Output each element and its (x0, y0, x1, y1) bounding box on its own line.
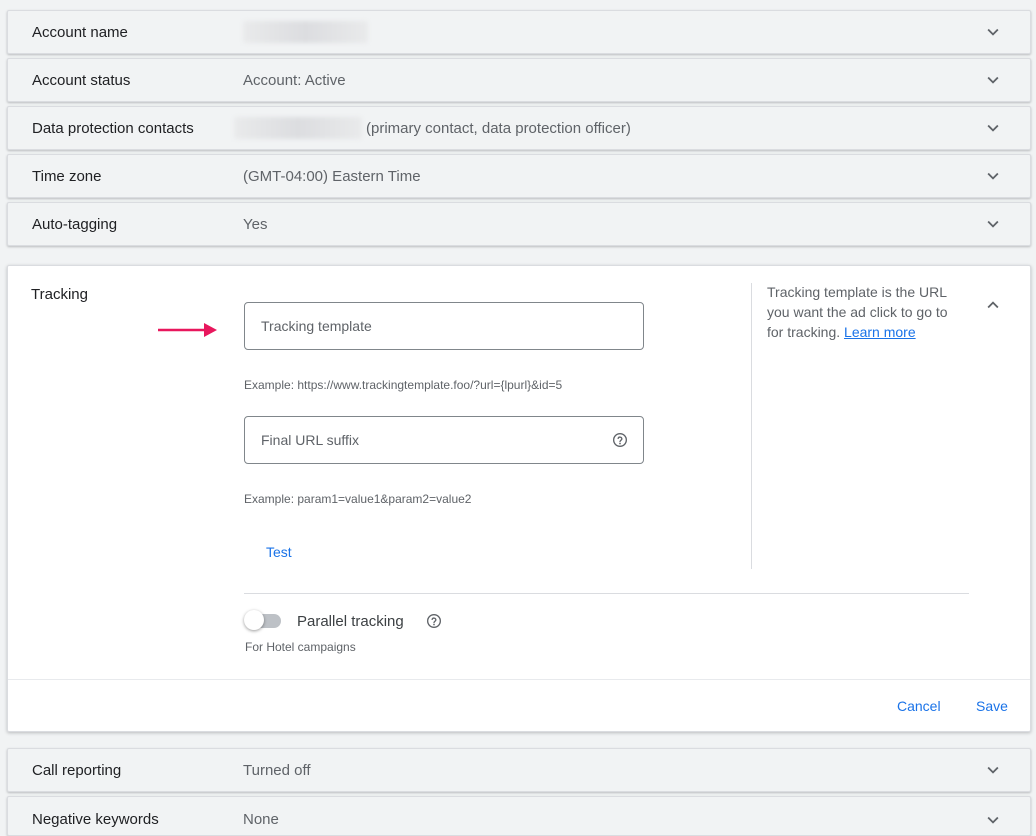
setting-row-auto-tagging[interactable]: Auto-tagging Yes (7, 202, 1031, 246)
parallel-tracking-note: For Hotel campaigns (245, 640, 356, 654)
toggle-knob (244, 610, 264, 630)
setting-label: Negative keywords (32, 811, 159, 828)
help-circle-icon[interactable] (612, 432, 628, 448)
chevron-down-icon[interactable] (982, 165, 1004, 187)
tracking-template-example: Example: https://www.trackingtemplate.fo… (244, 378, 563, 392)
tracking-template-input[interactable]: Tracking template (244, 302, 644, 350)
setting-row-account-status[interactable]: Account status Account: Active (7, 58, 1031, 102)
setting-value: (primary contact, data protection office… (234, 117, 631, 139)
final-url-suffix-example: Example: param1=value1&param2=value2 (244, 492, 472, 506)
arrow-right-icon (158, 323, 217, 337)
setting-value: Account: Active (243, 71, 346, 89)
chevron-down-icon[interactable] (982, 213, 1004, 235)
setting-value: None (243, 811, 279, 828)
chevron-down-icon[interactable] (982, 21, 1004, 43)
setting-label: Account status (32, 71, 131, 89)
learn-more-link[interactable]: Learn more (844, 324, 916, 340)
horizontal-divider (244, 593, 969, 594)
test-button[interactable]: Test (256, 540, 302, 564)
chevron-down-icon[interactable] (982, 809, 1004, 831)
setting-value (243, 21, 368, 43)
parallel-tracking-label: Parallel tracking (297, 613, 404, 630)
chevron-down-icon[interactable] (982, 69, 1004, 91)
setting-value: Yes (243, 215, 268, 233)
setting-row-time-zone[interactable]: Time zone (GMT-04:00) Eastern Time (7, 154, 1031, 198)
setting-label: Time zone (32, 167, 102, 185)
chevron-up-icon[interactable] (982, 294, 1004, 316)
redacted-value (234, 117, 362, 139)
chevron-down-icon[interactable] (982, 759, 1004, 781)
final-url-suffix-placeholder: Final URL suffix (261, 432, 360, 448)
tracking-panel: Tracking Tracking template Example: http… (7, 265, 1031, 732)
final-url-suffix-input[interactable]: Final URL suffix (244, 416, 644, 464)
setting-value: Turned off (243, 761, 311, 779)
redacted-value (243, 21, 368, 43)
vertical-divider (751, 283, 752, 569)
save-button[interactable]: Save (972, 696, 1012, 716)
setting-label: Auto-tagging (32, 215, 118, 233)
setting-label: Data protection contacts (32, 119, 194, 137)
setting-label: Call reporting (32, 761, 122, 779)
setting-row-call-reporting[interactable]: Call reporting Turned off (7, 748, 1031, 792)
chevron-down-icon[interactable] (982, 117, 1004, 139)
setting-row-negative-keywords[interactable]: Negative keywords None (7, 796, 1031, 836)
tracking-template-placeholder: Tracking template (261, 318, 372, 334)
setting-row-account-name[interactable]: Account name (7, 10, 1031, 54)
cancel-button[interactable]: Cancel (893, 696, 945, 716)
tracking-title: Tracking (31, 286, 88, 303)
tracking-help-text: Tracking template is the URL you want th… (767, 282, 967, 342)
parallel-tracking-toggle[interactable] (244, 609, 284, 631)
help-circle-icon[interactable] (426, 613, 442, 629)
footer-divider (8, 679, 1030, 680)
setting-row-data-protection-contacts[interactable]: Data protection contacts (primary contac… (7, 106, 1031, 150)
contact-role: (primary contact, data protection office… (366, 119, 631, 137)
setting-value: (GMT-04:00) Eastern Time (243, 167, 421, 185)
setting-label: Account name (32, 23, 128, 41)
